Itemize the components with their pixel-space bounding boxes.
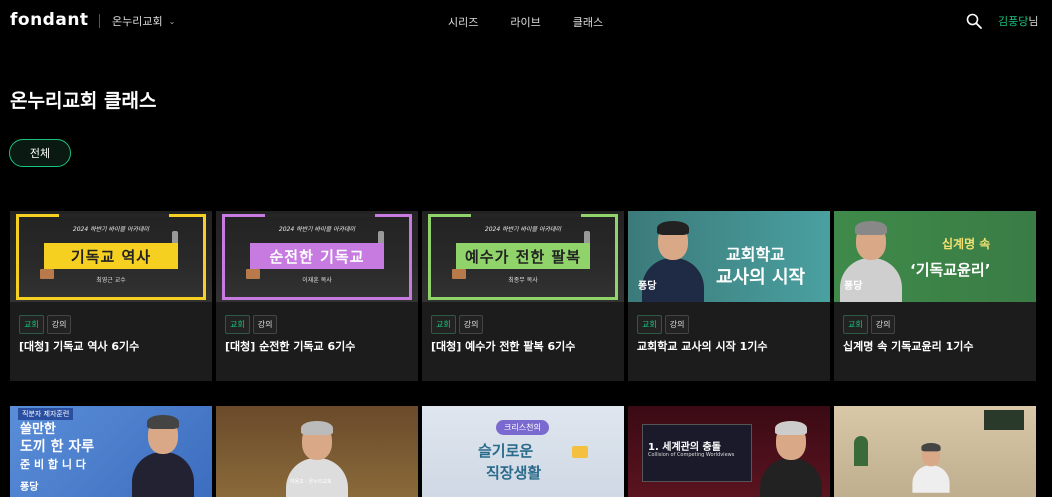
class-card[interactable]: 2024 하반기 바이블 아카데미 기독교 역사 최영근 교수 교회 강의 [대… [10,211,212,381]
class-card[interactable]: 교회학교 교사의 시작 퐁당 교회 강의 교회학교 교사의 시작 1기수 [628,211,830,381]
tag: 강의 [870,315,896,334]
page-title: 온누리교회 클래스 [10,90,157,112]
card-title: 십계명 속 기독교윤리 1기수 [843,340,974,353]
card-title: [대청] 예수가 전한 팔복 6기수 [431,340,576,353]
class-thumbnail: 크리스천의 슬기로운 직장생활 [422,406,624,497]
class-thumbnail: 직분자 제자훈련 쓸만한 도끼 한 자루 준 비 합 니 다 퐁당 [10,406,212,497]
tag-list: 교회 강의 [637,315,690,334]
nav-series[interactable]: 시리즈 [448,14,478,30]
speaker-photo [911,442,951,493]
thumb-line2: Collision of Competing Worldviews [648,452,735,458]
nav-live[interactable]: 라이브 [510,14,540,30]
church-name: 온누리교회 [112,15,163,28]
tag-list: 교회 강의 [225,315,278,334]
thumb-academy: 2024 하반기 바이블 아카데미 [278,226,356,233]
thumb-line1: 쓸만한 [20,422,56,437]
thumb-caption: 하용조 · 온누리교회 [290,479,332,485]
tag-list: 교회 강의 [19,315,72,334]
thumb-title: 예수가 전한 팔복 [456,243,590,269]
class-card[interactable]: 십계명 속 ‘기독교윤리’ 퐁당 교회 강의 십계명 속 기독교윤리 1기수 [834,211,1036,381]
search-icon[interactable] [966,13,982,29]
tag: 교회 [637,315,662,334]
user-name: 김풍당 [998,15,1029,28]
thumb-speaker: 최종무 목사 [508,277,538,284]
thumb-title-line2: 교사의 시작 [716,267,806,288]
card-title: [대청] 순전한 기독교 6기수 [225,340,356,353]
thumb-speaker: 이재훈 목사 [302,277,332,284]
speaker-photo [284,420,350,497]
filter-all-button[interactable]: 전체 [9,139,71,167]
fondang-logo: 퐁당 [20,482,39,493]
class-thumbnail: 교회학교 교사의 시작 퐁당 [628,211,830,302]
chevron-down-icon: ⌄ [168,16,176,26]
class-card[interactable]: 1. 세계관의 충돌 Collision of Competing Worldv… [628,406,830,497]
speaker-photo [130,414,196,497]
speaker-photo [758,420,824,497]
card-title: [대청] 기독교 역사 6기수 [19,340,140,353]
folder-icon [572,446,588,458]
tag-list: 교회 강의 [843,315,896,334]
tag: 교회 [225,315,250,334]
class-thumbnail [834,406,1036,497]
class-thumbnail: 하용조 · 온누리교회 [216,406,418,497]
thumb-line3: 준 비 합 니 다 [20,458,86,471]
thumb-title-line2: ‘기독교윤리’ [910,261,991,279]
fondang-logo: 퐁당 [844,281,863,292]
tag: 강의 [252,315,278,334]
tag: 교회 [431,315,456,334]
thumb-title: 순전한 기독교 [250,243,384,269]
class-thumbnail: 1. 세계관의 충돌 Collision of Competing Worldv… [628,406,830,497]
class-card[interactable]: 하용조 · 온누리교회 [216,406,418,497]
class-card[interactable]: 크리스천의 슬기로운 직장생활 [422,406,624,497]
fondang-logo: 퐁당 [638,281,657,292]
thumb-speaker: 최영근 교수 [96,277,126,284]
thumb-pill: 크리스천의 [496,420,549,435]
fondant-logo[interactable]: fondant [10,10,89,30]
tag: 강의 [664,315,690,334]
class-thumbnail: 십계명 속 ‘기독교윤리’ 퐁당 [834,211,1036,302]
class-card[interactable]: 2024 하반기 바이블 아카데미 순전한 기독교 이재훈 목사 교회 강의 [… [216,211,418,381]
tag: 강의 [458,315,484,334]
tag: 교회 [19,315,44,334]
thumb-line2: 직장생활 [486,464,542,482]
header-divider [99,14,100,28]
thumb-line1: 1. 세계관의 충돌 [648,442,721,453]
class-thumbnail: 2024 하반기 바이블 아카데미 순전한 기독교 이재훈 목사 [216,211,418,302]
class-thumbnail: 2024 하반기 바이블 아카데미 기독교 역사 최영근 교수 [10,211,212,302]
thumb-title-line1: 교회학교 [726,245,785,264]
user-menu[interactable]: 김풍당님 [998,13,1039,29]
class-card[interactable]: 2024 하반기 바이블 아카데미 예수가 전한 팔복 최종무 목사 교회 강의… [422,211,624,381]
thumb-title: 기독교 역사 [44,243,178,269]
tag: 강의 [46,315,72,334]
class-card[interactable]: 직분자 제자훈련 쓸만한 도끼 한 자루 준 비 합 니 다 퐁당 [10,406,212,497]
logo-text: fondant [10,10,89,30]
thumb-academy: 2024 하반기 바이블 아카데미 [484,226,562,233]
user-suffix: 님 [1028,15,1039,28]
thumb-title-line1: 십계명 속 [942,237,991,251]
class-thumbnail: 2024 하반기 바이블 아카데미 예수가 전한 팔복 최종무 목사 [422,211,624,302]
main-nav: 시리즈 라이브 클래스 [448,14,603,30]
church-selector[interactable]: 온누리교회 ⌄ [112,13,175,29]
thumb-academy: 2024 하반기 바이블 아카데미 [72,226,150,233]
top-navigation-bar: fondant 온누리교회 ⌄ 시리즈 라이브 클래스 김풍당님 [0,0,1052,42]
thumb-line2: 도끼 한 자루 [20,439,95,455]
card-title: 교회학교 교사의 시작 1기수 [637,340,768,353]
tag: 교회 [843,315,868,334]
tag-list: 교회 강의 [431,315,484,334]
nav-class[interactable]: 클래스 [573,14,603,30]
thumb-line1: 슬기로운 [478,442,534,460]
class-card[interactable] [834,406,1036,497]
